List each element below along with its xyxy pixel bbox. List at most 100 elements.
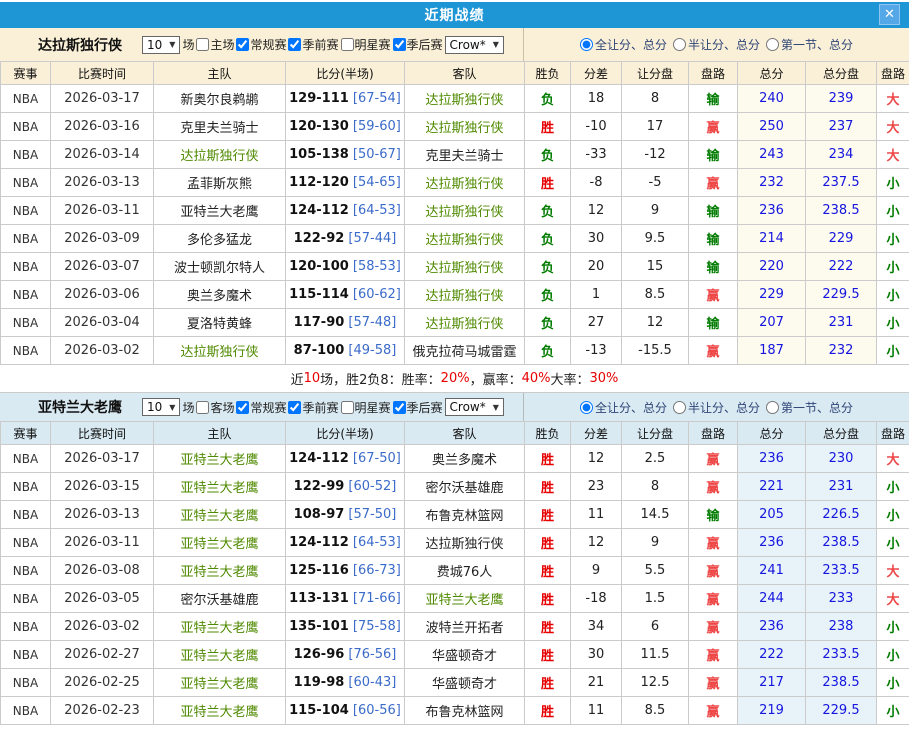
home-team-cell: 亚特兰大老鹰 xyxy=(154,445,286,473)
handicap-cell: 12 xyxy=(622,309,689,337)
total-line-cell: 238.5 xyxy=(806,197,877,225)
filter-checkbox: 季前赛 xyxy=(286,36,338,53)
over-under-cell: 小 xyxy=(877,473,909,501)
bookmaker-select[interactable]: Crow* ▼ xyxy=(445,36,504,54)
checkbox-away-games[interactable] xyxy=(196,401,209,414)
final-score: 112-120 xyxy=(289,175,349,190)
score-cell: 120-130 [59-60] xyxy=(286,113,405,141)
final-score: 122-92 xyxy=(294,231,345,246)
table-row: NBA2026-03-07波士顿凯尔特人120-100 [58-53]达拉斯独行… xyxy=(1,253,909,281)
radio-label: 全让分、总分 xyxy=(595,36,667,53)
score-cell: 112-120 [54-65] xyxy=(286,169,405,197)
col-league: 赛事 xyxy=(1,422,51,445)
col-handicap-result: 盘路 xyxy=(689,422,738,445)
radio-input[interactable] xyxy=(580,401,593,414)
total-line-cell: 234 xyxy=(806,141,877,169)
total-cell: 236 xyxy=(738,445,806,473)
checkbox-regular-season[interactable] xyxy=(236,401,249,414)
score-cell: 122-92 [57-44] xyxy=(286,225,405,253)
over-under-cell: 小 xyxy=(877,697,909,725)
checkbox-label: 季后赛 xyxy=(407,399,443,416)
total-cell: 236 xyxy=(738,613,806,641)
games-count-select[interactable]: 10 ▼ xyxy=(142,398,180,416)
games-count-select[interactable]: 10 ▼ xyxy=(142,36,180,54)
checkbox-label: 主场 xyxy=(210,36,234,53)
result-cell: 负 xyxy=(525,197,571,225)
handicap-cell: 6 xyxy=(622,613,689,641)
checkbox-playoffs[interactable] xyxy=(393,401,406,414)
over-under-cell: 小 xyxy=(877,501,909,529)
over-under-cell: 小 xyxy=(877,253,909,281)
home-team-cell: 多伦多猛龙 xyxy=(154,225,286,253)
total-line-cell: 222 xyxy=(806,253,877,281)
radio-input[interactable] xyxy=(673,401,686,414)
handicap-cell: 11.5 xyxy=(622,641,689,669)
col-total-line: 总分盘 xyxy=(806,62,877,85)
checkbox-preseason[interactable] xyxy=(288,38,301,51)
away-team-cell: 达拉斯独行侠 xyxy=(405,225,525,253)
over-under-cell: 大 xyxy=(877,85,909,113)
total-line-cell: 237.5 xyxy=(806,169,877,197)
radio-input[interactable] xyxy=(580,38,593,51)
league-cell: NBA xyxy=(1,473,51,501)
score-cell: 105-138 [50-67] xyxy=(286,141,405,169)
total-line-cell: 231 xyxy=(806,309,877,337)
date-cell: 2026-03-04 xyxy=(51,309,154,337)
radio-input[interactable] xyxy=(766,401,779,414)
handicap-result-cell: 赢 xyxy=(689,585,738,613)
bookmaker-select[interactable]: Crow* ▼ xyxy=(445,398,504,416)
half-score: [50-67] xyxy=(349,147,401,162)
handicap-result-cell: 输 xyxy=(689,253,738,281)
result-cell: 负 xyxy=(525,85,571,113)
radio-input[interactable] xyxy=(673,38,686,51)
date-cell: 2026-03-16 xyxy=(51,113,154,141)
handicap-cell: 8.5 xyxy=(622,697,689,725)
half-score: [60-52] xyxy=(344,479,396,494)
radio-label: 半让分、总分 xyxy=(688,399,760,416)
team1-results-table: 赛事 比赛时间 主队 比分(半场) 客队 胜负 分差 让分盘 盘路 总分 总分盘… xyxy=(0,61,909,365)
diff-cell: 12 xyxy=(571,197,622,225)
handicap-result-cell: 输 xyxy=(689,225,738,253)
team2-results-table: 赛事 比赛时间 主队 比分(半场) 客队 胜负 分差 让分盘 盘路 总分 总分盘… xyxy=(0,421,909,725)
home-team-cell: 亚特兰大老鹰 xyxy=(154,613,286,641)
summary-text-part: 30% xyxy=(590,371,619,386)
col-score: 比分(半场) xyxy=(286,422,405,445)
radio-full-handicap-total: 全让分、总分 xyxy=(580,36,667,53)
date-cell: 2026-03-14 xyxy=(51,141,154,169)
checkbox-home-games[interactable] xyxy=(196,38,209,51)
total-line-cell: 233.5 xyxy=(806,641,877,669)
away-team-cell: 达拉斯独行侠 xyxy=(405,529,525,557)
league-cell: NBA xyxy=(1,141,51,169)
checkbox-allstar[interactable] xyxy=(341,38,354,51)
home-team-cell: 密尔沃基雄鹿 xyxy=(154,585,286,613)
date-cell: 2026-02-23 xyxy=(51,697,154,725)
table-row: NBA2026-03-09多伦多猛龙122-92 [57-44]达拉斯独行侠负3… xyxy=(1,225,909,253)
col-away: 客队 xyxy=(405,422,525,445)
date-cell: 2026-02-25 xyxy=(51,669,154,697)
score-cell: 124-112 [64-53] xyxy=(286,197,405,225)
checkbox-label: 季前赛 xyxy=(302,36,338,53)
total-cell: 243 xyxy=(738,141,806,169)
radio-input[interactable] xyxy=(766,38,779,51)
diff-cell: 23 xyxy=(571,473,622,501)
result-cell: 胜 xyxy=(525,113,571,141)
table-row: NBA2026-02-23亚特兰大老鹰115-104 [60-56]布鲁克林篮网… xyxy=(1,697,909,725)
checkbox-regular-season[interactable] xyxy=(236,38,249,51)
result-cell: 胜 xyxy=(525,445,571,473)
total-cell: 229 xyxy=(738,281,806,309)
away-team-cell: 达拉斯独行侠 xyxy=(405,281,525,309)
chevron-down-icon: ▼ xyxy=(169,40,175,49)
filter-checkbox: 季后赛 xyxy=(391,399,443,416)
score-cell: 124-112 [67-50] xyxy=(286,445,405,473)
home-team-cell: 达拉斯独行侠 xyxy=(154,337,286,365)
half-score: [54-65] xyxy=(349,175,401,190)
summary-text-part: ，赢率： xyxy=(470,369,522,388)
checkbox-preseason[interactable] xyxy=(288,401,301,414)
filter-checkbox: 季前赛 xyxy=(286,399,338,416)
handicap-result-cell: 赢 xyxy=(689,473,738,501)
checkbox-allstar[interactable] xyxy=(341,401,354,414)
total-line-cell: 239 xyxy=(806,85,877,113)
close-icon[interactable]: ✕ xyxy=(879,4,900,25)
league-cell: NBA xyxy=(1,253,51,281)
checkbox-playoffs[interactable] xyxy=(393,38,406,51)
